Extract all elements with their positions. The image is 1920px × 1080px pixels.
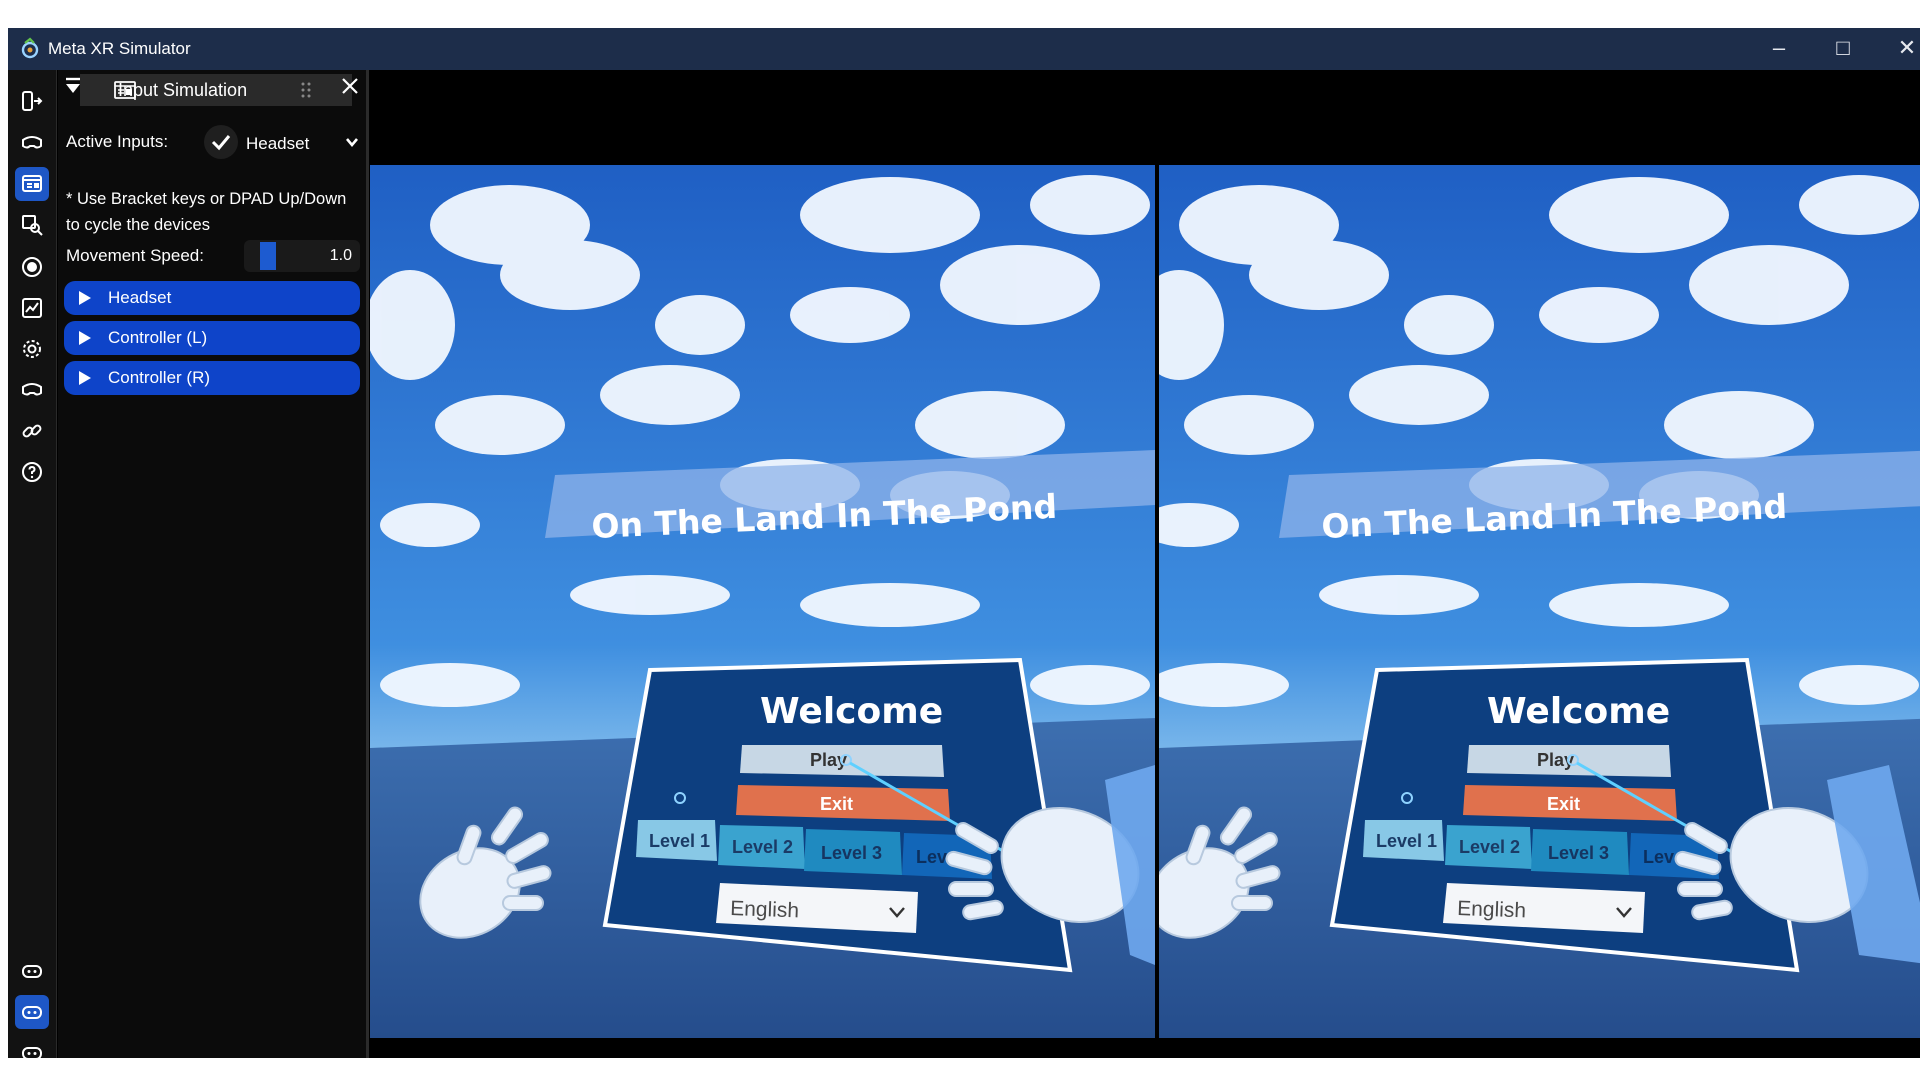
movement-speed-label: Movement Speed:	[66, 246, 204, 265]
maximize-button[interactable]: □	[1812, 28, 1874, 70]
section-headset[interactable]: Headset	[64, 281, 360, 315]
level-1-button[interactable]: Level 1	[1363, 820, 1444, 861]
level-2-button[interactable]: Level 2	[1445, 825, 1532, 869]
section-controller-right[interactable]: Controller (R)	[64, 361, 360, 395]
device-cycle-hint: * Use Bracket keys or DPAD Up/Down to cy…	[66, 190, 347, 234]
controller-icon[interactable]	[15, 954, 49, 988]
slider-fill[interactable]	[260, 242, 276, 270]
svg-text:Level 1: Level 1	[649, 831, 710, 851]
check-icon	[211, 135, 231, 151]
record-icon[interactable]	[15, 250, 49, 284]
svg-text:Level 3: Level 3	[1548, 843, 1609, 863]
gear-icon[interactable]	[15, 332, 49, 366]
right-eye-view[interactable]: On The Land In The Pond Welcome Play Exi…	[1159, 165, 1920, 1038]
expand-triangle-icon	[79, 331, 91, 345]
expand-triangle-icon	[79, 371, 91, 385]
section-label: Controller (L)	[108, 328, 208, 347]
device-icon[interactable]	[15, 84, 49, 118]
panel-tab[interactable]: Input Simulation	[80, 74, 352, 106]
level-1-button[interactable]: Level 1	[636, 820, 717, 861]
headset-alt-icon[interactable]	[15, 373, 49, 407]
section-controller-left[interactable]: Controller (L)	[64, 321, 360, 355]
welcome-text: Welcome	[760, 691, 943, 732]
active-inputs-value[interactable]: Headset	[246, 134, 309, 154]
stereo-viewport[interactable]: On The Land In The Pond Welcome Play Exi…	[370, 165, 1920, 1038]
minimize-button[interactable]: –	[1748, 28, 1810, 70]
headset-icon[interactable]	[15, 126, 49, 160]
movement-speed-slider[interactable]: 1.0	[244, 240, 360, 272]
svg-text:Level 1: Level 1	[1376, 831, 1437, 851]
level-2-button[interactable]: Level 2	[718, 825, 805, 869]
close-panel-icon[interactable]	[340, 76, 360, 96]
meta-xr-logo-icon	[21, 37, 39, 59]
controller-alt-icon[interactable]	[15, 1036, 49, 1058]
welcome-text: Welcome	[1487, 691, 1670, 732]
help-icon[interactable]	[15, 455, 49, 489]
level-3-button[interactable]: Level 3	[1531, 829, 1629, 875]
movement-speed-value: 1.0	[329, 247, 352, 264]
graph-icon[interactable]	[15, 291, 49, 325]
panel-header: Input Simulation	[58, 70, 366, 110]
window-title: Meta XR Simulator	[48, 39, 191, 58]
link-icon[interactable]	[15, 414, 49, 448]
title-bar: Meta XR Simulator – □ ✕	[8, 28, 1920, 70]
svg-text:English: English	[730, 897, 800, 922]
controller-active-icon[interactable]	[15, 995, 49, 1029]
svg-text:Level 3: Level 3	[821, 843, 882, 863]
chevron-down-icon[interactable]	[344, 130, 360, 154]
headset-checkbox[interactable]	[204, 125, 238, 159]
svg-text:Level 2: Level 2	[1459, 837, 1520, 857]
section-label: Headset	[108, 288, 172, 307]
active-inputs-label: Active Inputs:	[66, 132, 169, 151]
input-simulation-icon[interactable]	[15, 167, 49, 201]
input-simulation-panel: Input Simulation Active Inputs: Headset …	[58, 70, 369, 1058]
scene-search-icon[interactable]	[15, 208, 49, 242]
level-3-button[interactable]: Level 3	[804, 829, 902, 875]
panel-title: Input Simulation	[118, 80, 248, 100]
svg-text:English: English	[1457, 897, 1527, 922]
drag-handle-icon[interactable]	[300, 81, 312, 99]
svg-text:Lev: Lev	[916, 847, 947, 867]
svg-text:Lev: Lev	[1643, 847, 1674, 867]
svg-text:Exit: Exit	[1547, 794, 1580, 814]
svg-text:Exit: Exit	[820, 794, 853, 814]
expand-triangle-icon	[79, 291, 91, 305]
left-eye-view[interactable]: On The Land In The Pond Welcome Play Exi…	[370, 165, 1155, 1038]
svg-text:Level 2: Level 2	[732, 837, 793, 857]
close-window-button[interactable]: ✕	[1876, 28, 1920, 70]
simulator-window: Meta XR Simulator – □ ✕ Input Simulation…	[8, 28, 1920, 1058]
tool-rail	[8, 70, 57, 1058]
section-label: Controller (R)	[108, 368, 211, 387]
